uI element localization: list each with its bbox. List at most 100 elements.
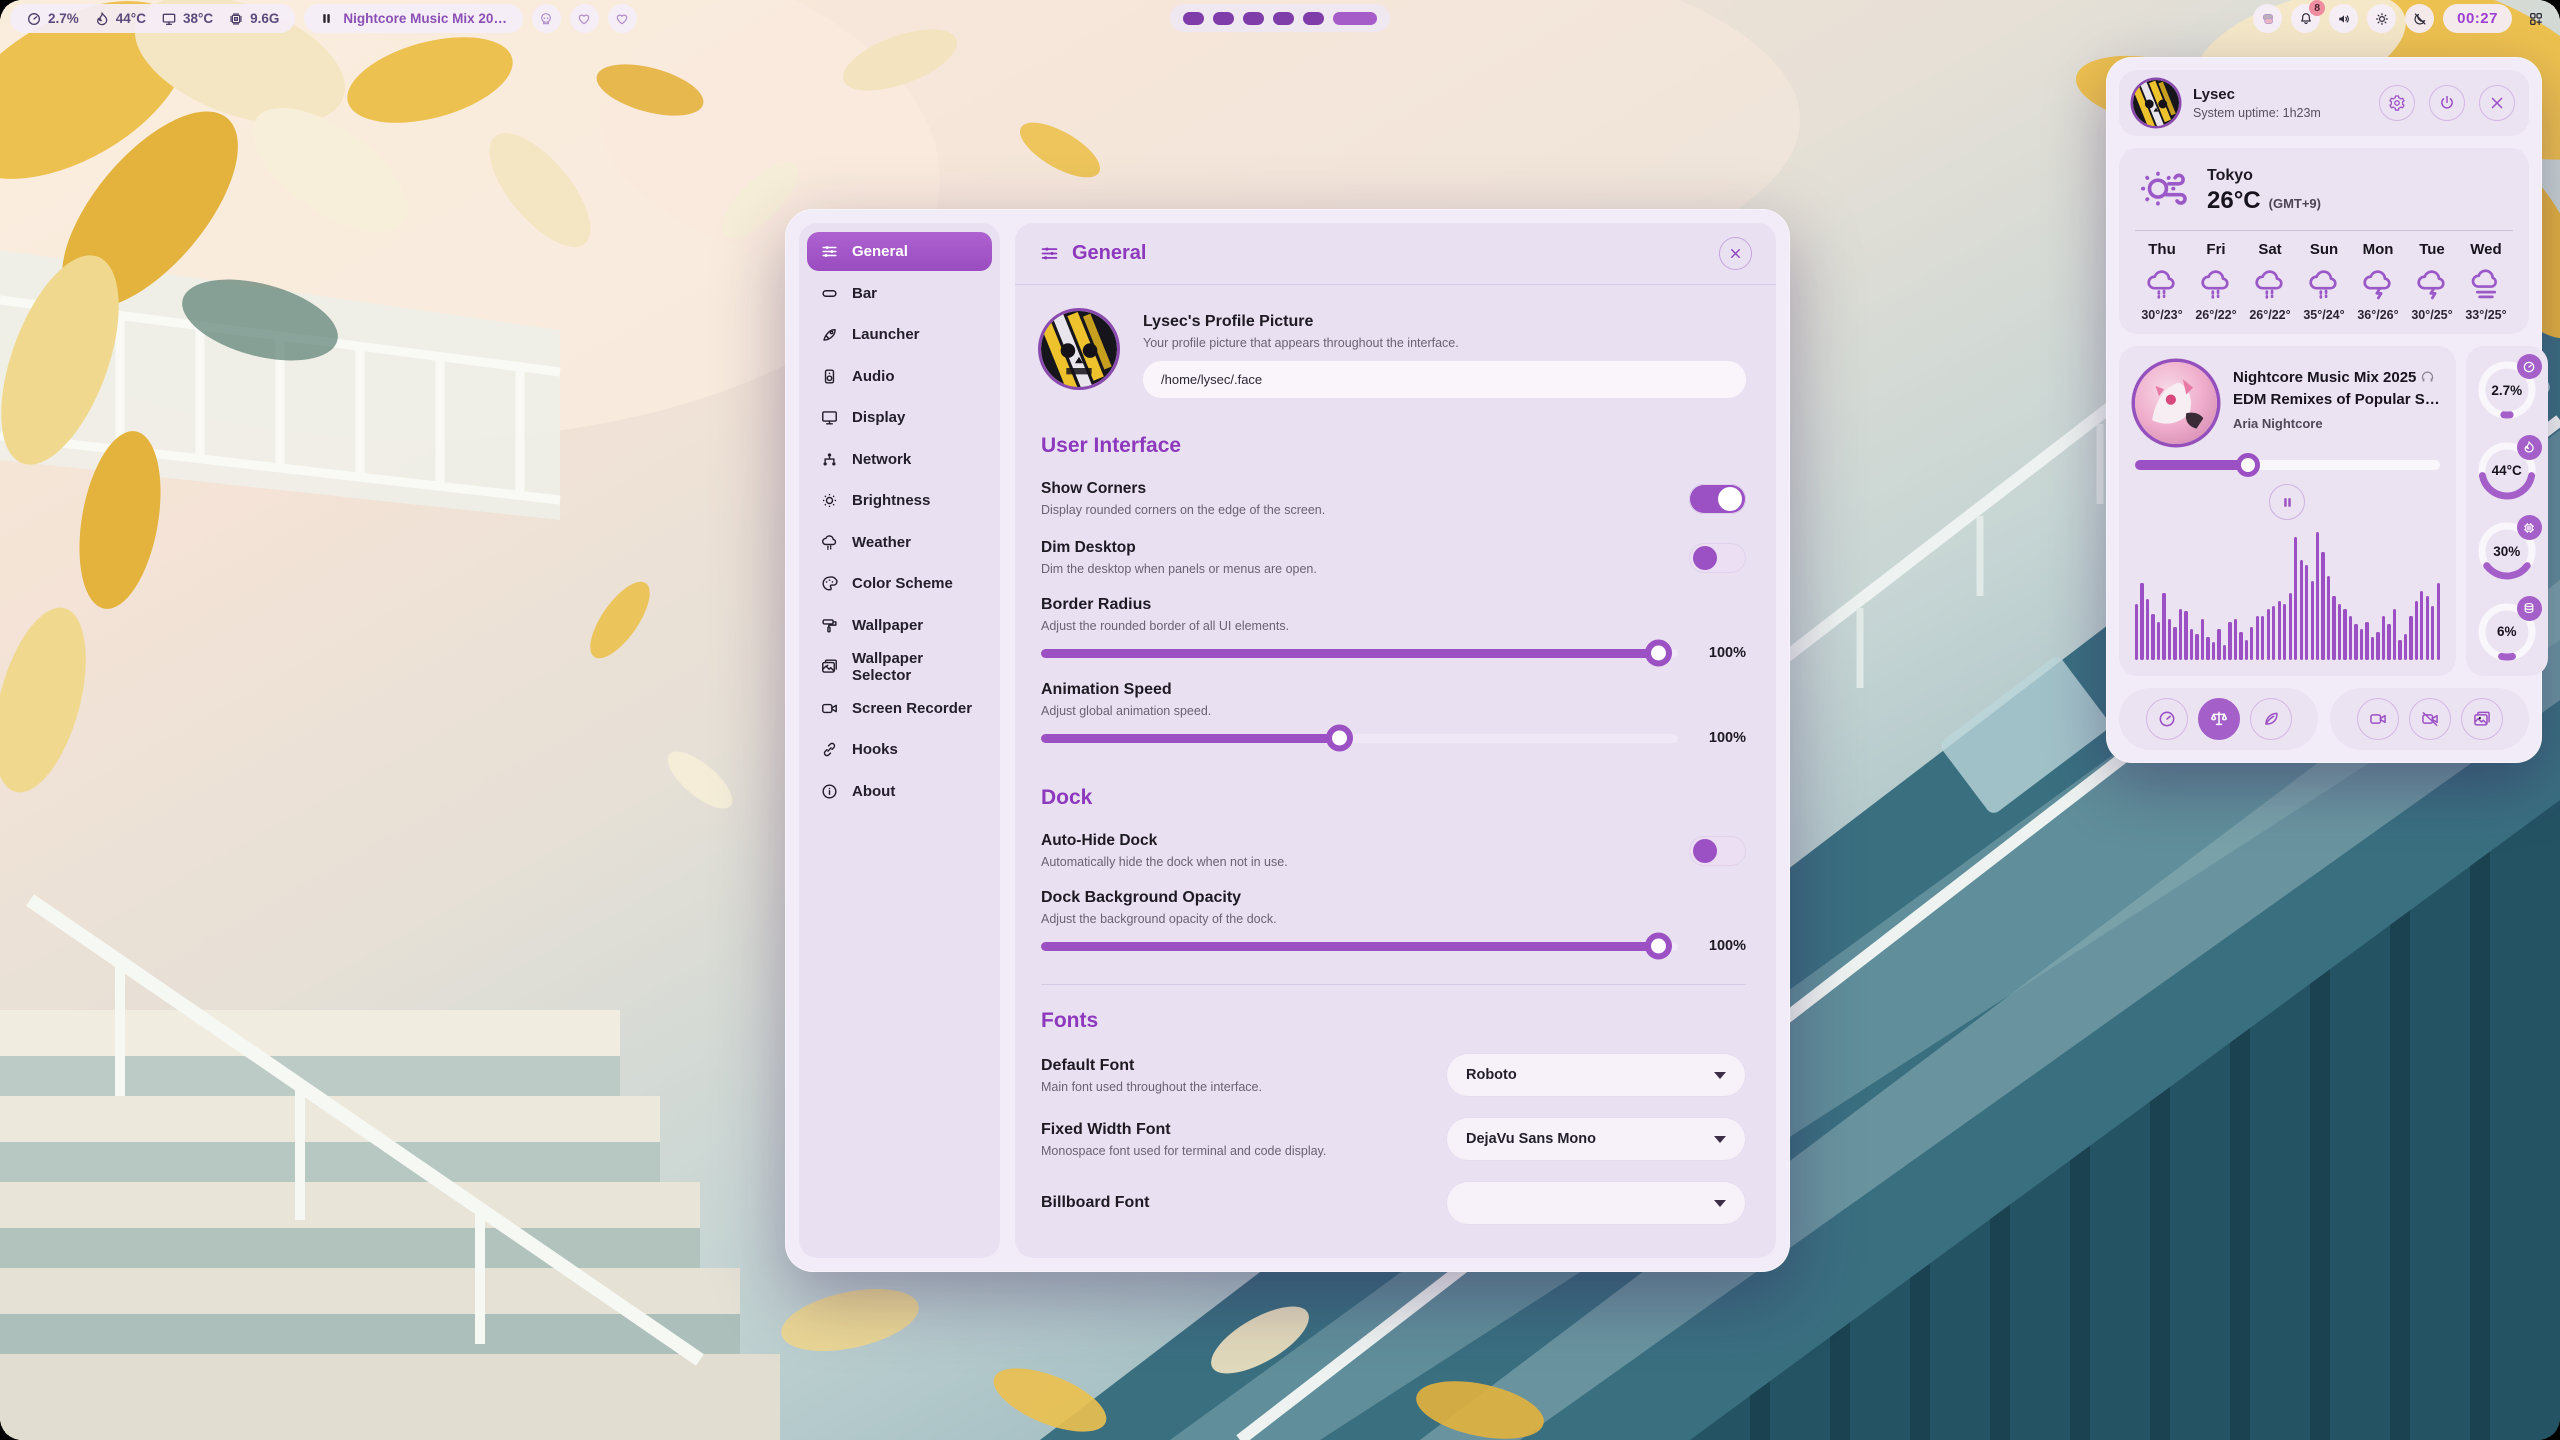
show-corners-toggle[interactable]	[1689, 484, 1746, 514]
slider-knob[interactable]	[1326, 725, 1353, 752]
memory-gauge[interactable]: 30%	[2474, 517, 2540, 585]
dock-opacity-slider[interactable]	[1041, 942, 1678, 951]
chevron-down-icon	[1714, 1072, 1726, 1079]
setting-label: Fixed Width Font	[1041, 1121, 1446, 1139]
forecast-day: Wed 33°/25°	[2459, 241, 2513, 322]
power-saver-profile-button[interactable]	[2250, 698, 2292, 740]
memory-chip-icon	[228, 11, 244, 27]
default-font-dropdown[interactable]: Roboto	[1446, 1053, 1746, 1097]
memory-stat[interactable]: 9.6G	[228, 11, 279, 27]
volume-button[interactable]	[2329, 4, 2358, 33]
track-progress-slider[interactable]	[2135, 460, 2440, 470]
sidebar-item-weather[interactable]: Weather	[807, 523, 992, 562]
default-font-row: Default Font Main font used throughout t…	[1041, 1053, 1746, 1097]
workspace-dot-2[interactable]	[1213, 12, 1234, 25]
gpu-temp-stat[interactable]: 38°C	[161, 11, 213, 27]
workspace-dot-5[interactable]	[1303, 12, 1324, 25]
top-bar: 2.7% 44°C 38°C 9.6G Nightcore Music Mix …	[0, 0, 2560, 37]
forecast-day: Sun 35°/24°	[2297, 241, 2351, 322]
balanced-profile-button[interactable]	[2198, 698, 2240, 740]
night-light-button[interactable]	[2405, 4, 2434, 33]
sidebar-label: Color Scheme	[852, 575, 953, 592]
temperature-gauge[interactable]: 44°C	[2474, 437, 2540, 505]
workspace-dot-3[interactable]	[1243, 12, 1264, 25]
cpu-gauge[interactable]: 2.7%	[2474, 356, 2540, 424]
cpu-usage-stat[interactable]: 2.7%	[26, 11, 79, 27]
wallpaper-selector-button[interactable]	[2461, 698, 2503, 740]
power-icon	[2438, 94, 2456, 112]
panel-footer	[2119, 688, 2529, 750]
sidebar-item-bar[interactable]: Bar	[807, 274, 992, 313]
sidebar-item-brightness[interactable]: Brightness	[807, 481, 992, 520]
now-playing-pill[interactable]: Nightcore Music Mix 20…	[304, 4, 523, 33]
forecast-day-label: Fri	[2189, 241, 2243, 258]
bar-pill-icon	[820, 284, 839, 303]
close-panel-button[interactable]	[2479, 85, 2515, 121]
pause-icon	[2281, 496, 2294, 509]
settings-scroll-area[interactable]: Lysec's Profile Picture Your profile pic…	[1015, 285, 1776, 1258]
performance-profile-button[interactable]	[2146, 698, 2188, 740]
sidebar-item-launcher[interactable]: Launcher	[807, 315, 992, 354]
screen-record-button[interactable]	[2357, 698, 2399, 740]
notes-quick-button[interactable]	[532, 4, 561, 33]
media-player-card: Nightcore Music Mix 2025 EDM Remixes of …	[2119, 346, 2456, 676]
close-button[interactable]	[1719, 237, 1752, 270]
sidebar-label: Weather	[852, 534, 911, 551]
forecast-day: Sat 26°/22°	[2243, 241, 2297, 322]
tray-app-icon[interactable]	[2253, 4, 2282, 33]
workspace-dot-active[interactable]	[1333, 12, 1377, 25]
billboard-font-dropdown[interactable]	[1446, 1181, 1746, 1225]
progress-knob[interactable]	[2236, 453, 2260, 477]
clock[interactable]: 00:27	[2443, 4, 2512, 33]
play-pause-button[interactable]	[2269, 484, 2305, 520]
sidebar-label: Bar	[852, 285, 877, 302]
cpu-temp-stat[interactable]: 44°C	[94, 11, 146, 27]
show-corners-row: Show Corners Display rounded corners on …	[1041, 480, 1746, 517]
sidebar-item-hooks[interactable]: Hooks	[807, 730, 992, 769]
control-center-panel: Lysec System uptime: 1h23m Tokyo 26°C (G…	[2106, 57, 2542, 763]
sidebar-item-about[interactable]: About	[807, 772, 992, 811]
sidebar-item-audio[interactable]: Audio	[807, 357, 992, 396]
animation-speed-slider[interactable]	[1041, 734, 1678, 743]
sidebar-item-color-scheme[interactable]: Color Scheme	[807, 564, 992, 603]
skull-icon	[538, 11, 554, 27]
auto-hide-dock-toggle[interactable]	[1689, 836, 1746, 866]
border-radius-slider[interactable]	[1041, 649, 1678, 658]
likes-quick-button[interactable]	[608, 4, 637, 33]
sidebar-item-display[interactable]: Display	[807, 398, 992, 437]
sidebar-item-screen-recorder[interactable]: Screen Recorder	[807, 689, 992, 728]
power-button[interactable]	[2429, 85, 2465, 121]
billboard-font-row: Billboard Font	[1041, 1181, 1746, 1225]
profile-avatar[interactable]	[1041, 311, 1117, 387]
skull-avatar-art	[2133, 80, 2179, 126]
workspace-switcher[interactable]	[1170, 4, 1390, 32]
album-art-graphic	[2135, 362, 2217, 444]
weather-divider	[2135, 230, 2513, 231]
sidebar-item-general[interactable]: General	[807, 232, 992, 271]
slider-knob[interactable]	[1645, 640, 1672, 667]
workspace-dot-1[interactable]	[1183, 12, 1204, 25]
screen-record-stop-button[interactable]	[2409, 698, 2451, 740]
network-nodes-icon	[820, 450, 839, 469]
workspace-dot-4[interactable]	[1273, 12, 1294, 25]
system-stats-pill[interactable]: 2.7% 44°C 38°C 9.6G	[10, 4, 295, 33]
sliders-icon	[1039, 243, 1060, 264]
dim-desktop-toggle[interactable]	[1689, 543, 1746, 573]
close-icon	[1728, 246, 1743, 261]
system-gauges-card: 2.7% 44°C 30% 6%	[2466, 346, 2548, 676]
fixed-width-font-dropdown[interactable]: DejaVu Sans Mono	[1446, 1117, 1746, 1161]
sidebar-item-wallpaper[interactable]: Wallpaper	[807, 606, 992, 645]
profile-path-input[interactable]: /home/lysec/.face	[1143, 361, 1746, 398]
favorites-quick-button[interactable]	[570, 4, 599, 33]
image-stack-icon	[820, 657, 839, 676]
sidebar-item-network[interactable]: Network	[807, 440, 992, 479]
sidebar-item-wallpaper-selector[interactable]: Wallpaper Selector	[807, 647, 992, 686]
settings-button[interactable]	[2379, 85, 2415, 121]
weather-card[interactable]: Tokyo 26°C (GMT+9) Thu 30°/23° Fri 26°/2…	[2119, 148, 2529, 334]
disk-gauge[interactable]: 6%	[2474, 598, 2540, 666]
sidebar-label: Wallpaper	[852, 617, 923, 634]
dim-desktop-row: Dim Desktop Dim the desktop when panels …	[1041, 539, 1746, 576]
slider-knob[interactable]	[1645, 933, 1672, 960]
setting-label: Border Radius	[1041, 596, 1746, 614]
brightness-button[interactable]	[2367, 4, 2396, 33]
